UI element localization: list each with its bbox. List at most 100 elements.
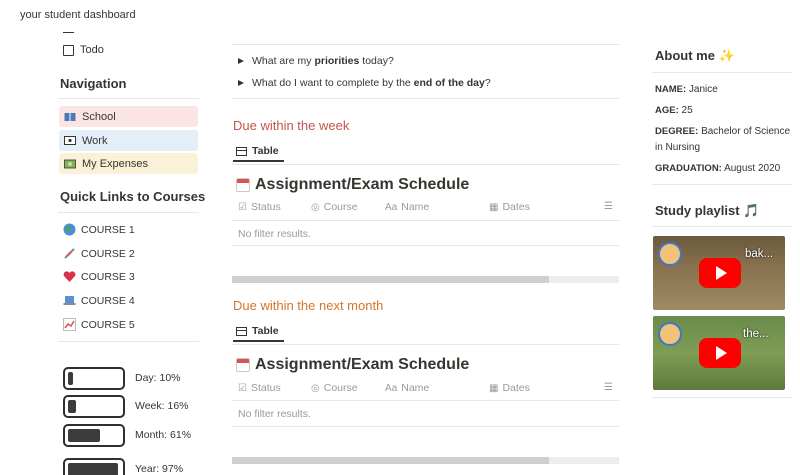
column-dates[interactable]: ▦ Dates (489, 201, 530, 213)
course-link-2[interactable]: COURSE 2 (63, 247, 135, 260)
column-name[interactable]: Aa Name (385, 382, 429, 394)
study-playlist-heading: Study playlist 🎵 (655, 203, 760, 218)
nav-item-work[interactable]: Work (59, 130, 198, 151)
text-icon: Aa (385, 201, 398, 213)
syringe-icon (64, 248, 75, 259)
toggle-arrow-icon[interactable] (238, 58, 244, 64)
divider (232, 44, 619, 45)
progress-day: Day: 10% (63, 367, 195, 390)
toggle-priorities[interactable]: What are my priorities today? (238, 55, 394, 67)
scrollbar-thumb[interactable] (232, 457, 549, 464)
video-thumbnail-1[interactable]: bak... (653, 236, 785, 310)
todo-label: Todo (80, 44, 104, 56)
divider (652, 184, 792, 185)
table-icon (236, 326, 247, 336)
todo-divider (63, 30, 74, 33)
divider (232, 220, 619, 221)
progress-label: Week: 16% (135, 400, 189, 412)
horizontal-scrollbar[interactable] (232, 276, 619, 283)
todo-checkbox-item[interactable]: Todo (63, 44, 104, 56)
channel-avatar (658, 242, 682, 266)
calendar-icon: ▦ (489, 382, 499, 394)
video-thumbnail-2[interactable]: the... (653, 316, 785, 390)
book-icon (64, 112, 76, 121)
course-link-5[interactable]: COURSE 5 (63, 318, 135, 331)
progress-week: Week: 16% (63, 395, 195, 418)
table-icon (236, 146, 247, 156)
question-text: What do I want to complete by the end of… (252, 77, 491, 89)
divider (652, 226, 792, 227)
column-status[interactable]: ☑ Status (238, 201, 281, 213)
course-link-4[interactable]: COURSE 4 (63, 294, 135, 307)
database-title-text: Assignment/Exam Schedule (255, 356, 470, 373)
toggle-end-of-day[interactable]: What do I want to complete by the end of… (238, 77, 491, 89)
course-label: COURSE 3 (81, 270, 135, 283)
tab-table[interactable]: Table (233, 322, 284, 342)
about-name: NAME: Janice (655, 84, 718, 95)
heart-icon (63, 271, 76, 282)
toggle-arrow-icon[interactable] (238, 80, 244, 86)
section-heading-month: Due within the next month (233, 298, 384, 313)
divider (232, 426, 619, 427)
column-course[interactable]: ◎ Course (311, 201, 358, 213)
video-title: the... (743, 328, 769, 340)
more-options-icon[interactable]: ☰ (604, 382, 613, 393)
progress-bar (63, 395, 125, 418)
progress-month: Month: 61% (63, 424, 195, 447)
progress-fill (68, 372, 74, 385)
select-icon: ◎ (311, 382, 320, 394)
channel-avatar (658, 322, 682, 346)
calendar-icon: ▦ (489, 201, 499, 213)
progress-label: Year: 97% (135, 463, 184, 475)
database-title[interactable]: Assignment/Exam Schedule (236, 176, 469, 194)
progress-fill (68, 463, 119, 475)
column-status[interactable]: ☑ Status (238, 382, 281, 394)
course-label: COURSE 2 (81, 247, 135, 260)
nav-item-label: Work (82, 134, 108, 147)
calendar-icon (236, 358, 250, 372)
calendar-icon (236, 178, 250, 192)
youtube-play-icon[interactable] (699, 338, 741, 368)
database-title[interactable]: Assignment/Exam Schedule (236, 356, 469, 374)
tab-label: Table (252, 325, 279, 337)
progress-bar (63, 424, 125, 447)
column-headers: ☑ Status ◎ Course Aa Name ▦ Dates ☰ (238, 201, 618, 217)
progress-fill (68, 429, 100, 442)
about-graduation: GRADUATION: August 2020 (655, 163, 781, 174)
column-dates[interactable]: ▦ Dates (489, 382, 530, 394)
divider (652, 72, 792, 73)
text-icon: Aa (385, 382, 398, 394)
divider (652, 397, 792, 398)
checkbox-icon[interactable] (63, 44, 74, 56)
course-link-1[interactable]: COURSE 1 (63, 223, 135, 236)
progress-label: Month: 61% (135, 429, 192, 441)
nav-item-label: My Expenses (82, 157, 149, 170)
divider (232, 98, 619, 99)
scrollbar-thumb[interactable] (232, 276, 549, 283)
column-headers: ☑ Status ◎ Course Aa Name ▦ Dates ☰ (238, 382, 618, 398)
horizontal-scrollbar[interactable] (232, 457, 619, 464)
divider (232, 245, 619, 246)
course-link-3[interactable]: COURSE 3 (63, 270, 135, 283)
youtube-play-icon[interactable] (699, 258, 741, 288)
nav-item-label: School (82, 110, 116, 123)
divider (232, 400, 619, 401)
tab-table[interactable]: Table (233, 142, 284, 162)
laptop-icon (63, 296, 76, 305)
progress-label: Day: 10% (135, 372, 181, 384)
divider (58, 98, 199, 99)
monitor-icon (64, 135, 76, 145)
progress-fill (68, 400, 77, 413)
database-title-text: Assignment/Exam Schedule (255, 176, 470, 193)
nav-item-my-expenses[interactable]: My Expenses (59, 153, 198, 174)
quick-links-heading: Quick Links to Courses (60, 189, 206, 204)
money-icon (64, 159, 76, 168)
progress-bar (63, 458, 125, 475)
divider (58, 212, 199, 213)
about-degree: DEGREE: Bachelor of Science in Nursing (655, 126, 791, 153)
nav-item-school[interactable]: School (59, 106, 198, 127)
select-icon: ◎ (311, 201, 320, 213)
more-options-icon[interactable]: ☰ (604, 201, 613, 212)
column-name[interactable]: Aa Name (385, 201, 429, 213)
column-course[interactable]: ◎ Course (311, 382, 358, 394)
